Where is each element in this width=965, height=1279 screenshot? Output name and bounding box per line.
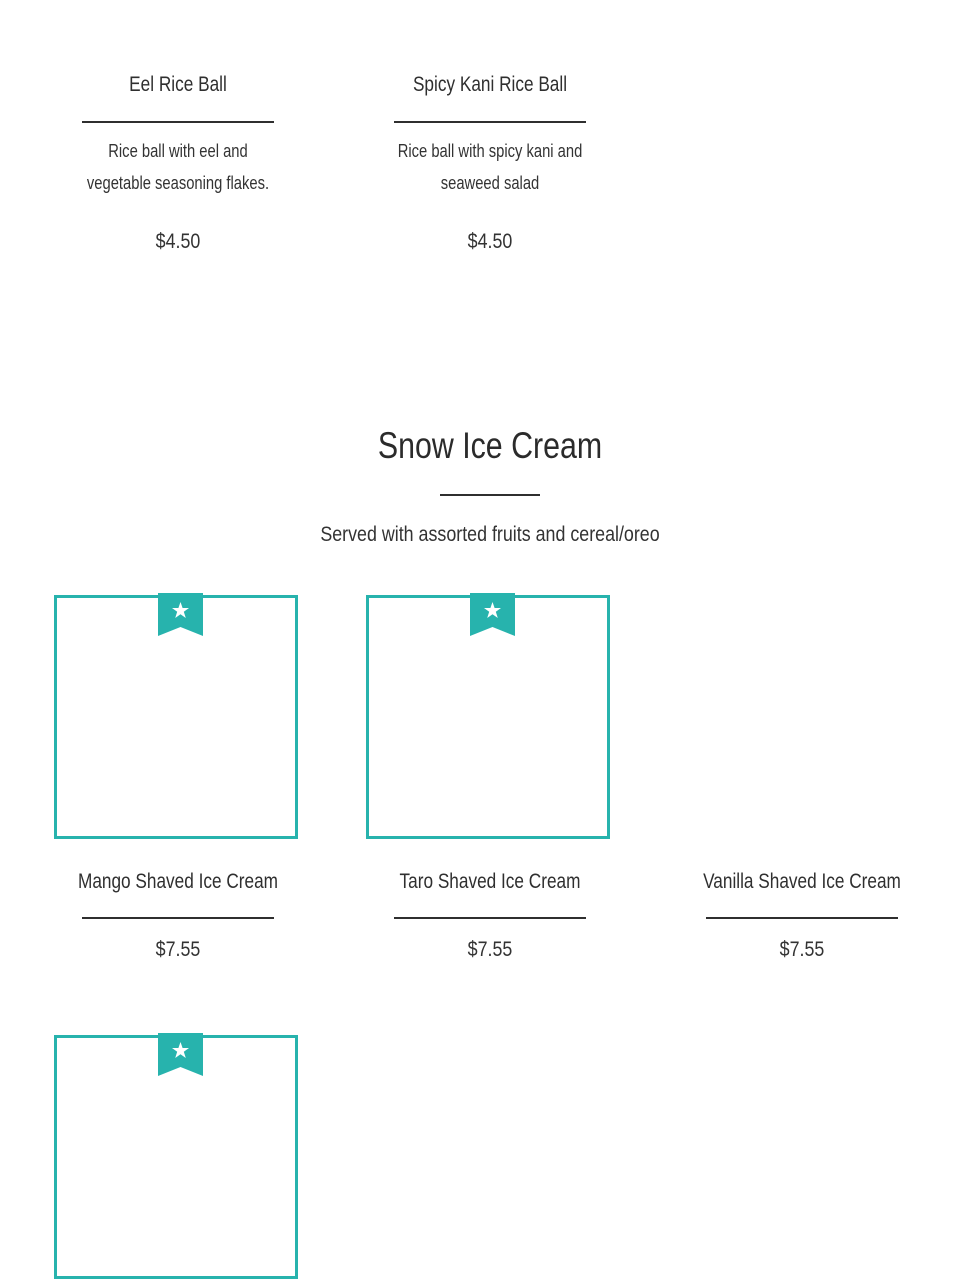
item-divider xyxy=(394,121,586,123)
item-image-frame[interactable] xyxy=(366,593,610,839)
item-price-block: $7.55 xyxy=(53,937,303,963)
menu-item-mango-shaved-ice-cream[interactable]: Mango Shaved Ice Cream xyxy=(53,869,303,895)
item-divider xyxy=(82,917,274,919)
section-divider xyxy=(440,494,540,496)
item-price: $4.50 xyxy=(467,230,513,253)
item-name: Eel Rice Ball xyxy=(129,73,227,96)
item-price-block: $4.50 xyxy=(365,229,615,255)
item-name: Mango Shaved Ice Cream xyxy=(77,870,279,893)
star-bookmark-icon xyxy=(158,1033,203,1076)
item-price-block: $7.55 xyxy=(677,937,927,963)
item-description-block: Rice ball with eel and vegetable seasoni… xyxy=(53,135,303,199)
item-name: Taro Shaved Ice Cream xyxy=(399,870,581,893)
item-description: Rice ball with eel and vegetable seasoni… xyxy=(86,141,270,193)
menu-item-eel-rice-ball[interactable]: Eel Rice Ball xyxy=(53,72,303,98)
item-name: Spicy Kani Rice Ball xyxy=(412,73,568,96)
item-description: Rice ball with spicy kani and seaweed sa… xyxy=(397,141,583,193)
item-divider xyxy=(706,917,898,919)
section-subtitle-block: Served with assorted fruits and cereal/o… xyxy=(0,522,965,548)
item-price: $7.55 xyxy=(155,938,201,961)
item-image-frame[interactable] xyxy=(54,593,298,839)
item-description-block: Rice ball with spicy kani and seaweed sa… xyxy=(355,135,625,199)
item-price-block: $7.55 xyxy=(365,937,615,963)
item-price: $7.55 xyxy=(467,938,513,961)
item-price-block: $4.50 xyxy=(53,229,303,255)
item-divider xyxy=(394,917,586,919)
star-bookmark-icon xyxy=(158,593,203,636)
section-header: Snow Ice Cream xyxy=(0,424,965,468)
item-price: $7.55 xyxy=(779,938,825,961)
star-bookmark-icon xyxy=(470,593,515,636)
item-price: $4.50 xyxy=(155,230,201,253)
menu-item-vanilla-shaved-ice-cream[interactable]: Vanilla Shaved Ice Cream xyxy=(677,869,927,895)
item-divider xyxy=(82,121,274,123)
section-subtitle: Served with assorted fruits and cereal/o… xyxy=(320,523,660,546)
item-image-frame[interactable] xyxy=(54,1033,298,1279)
menu-item-spicy-kani-rice-ball[interactable]: Spicy Kani Rice Ball xyxy=(365,72,615,98)
menu-item-taro-shaved-ice-cream[interactable]: Taro Shaved Ice Cream xyxy=(365,869,615,895)
section-title: Snow Ice Cream xyxy=(377,425,603,466)
item-name: Vanilla Shaved Ice Cream xyxy=(703,870,901,893)
